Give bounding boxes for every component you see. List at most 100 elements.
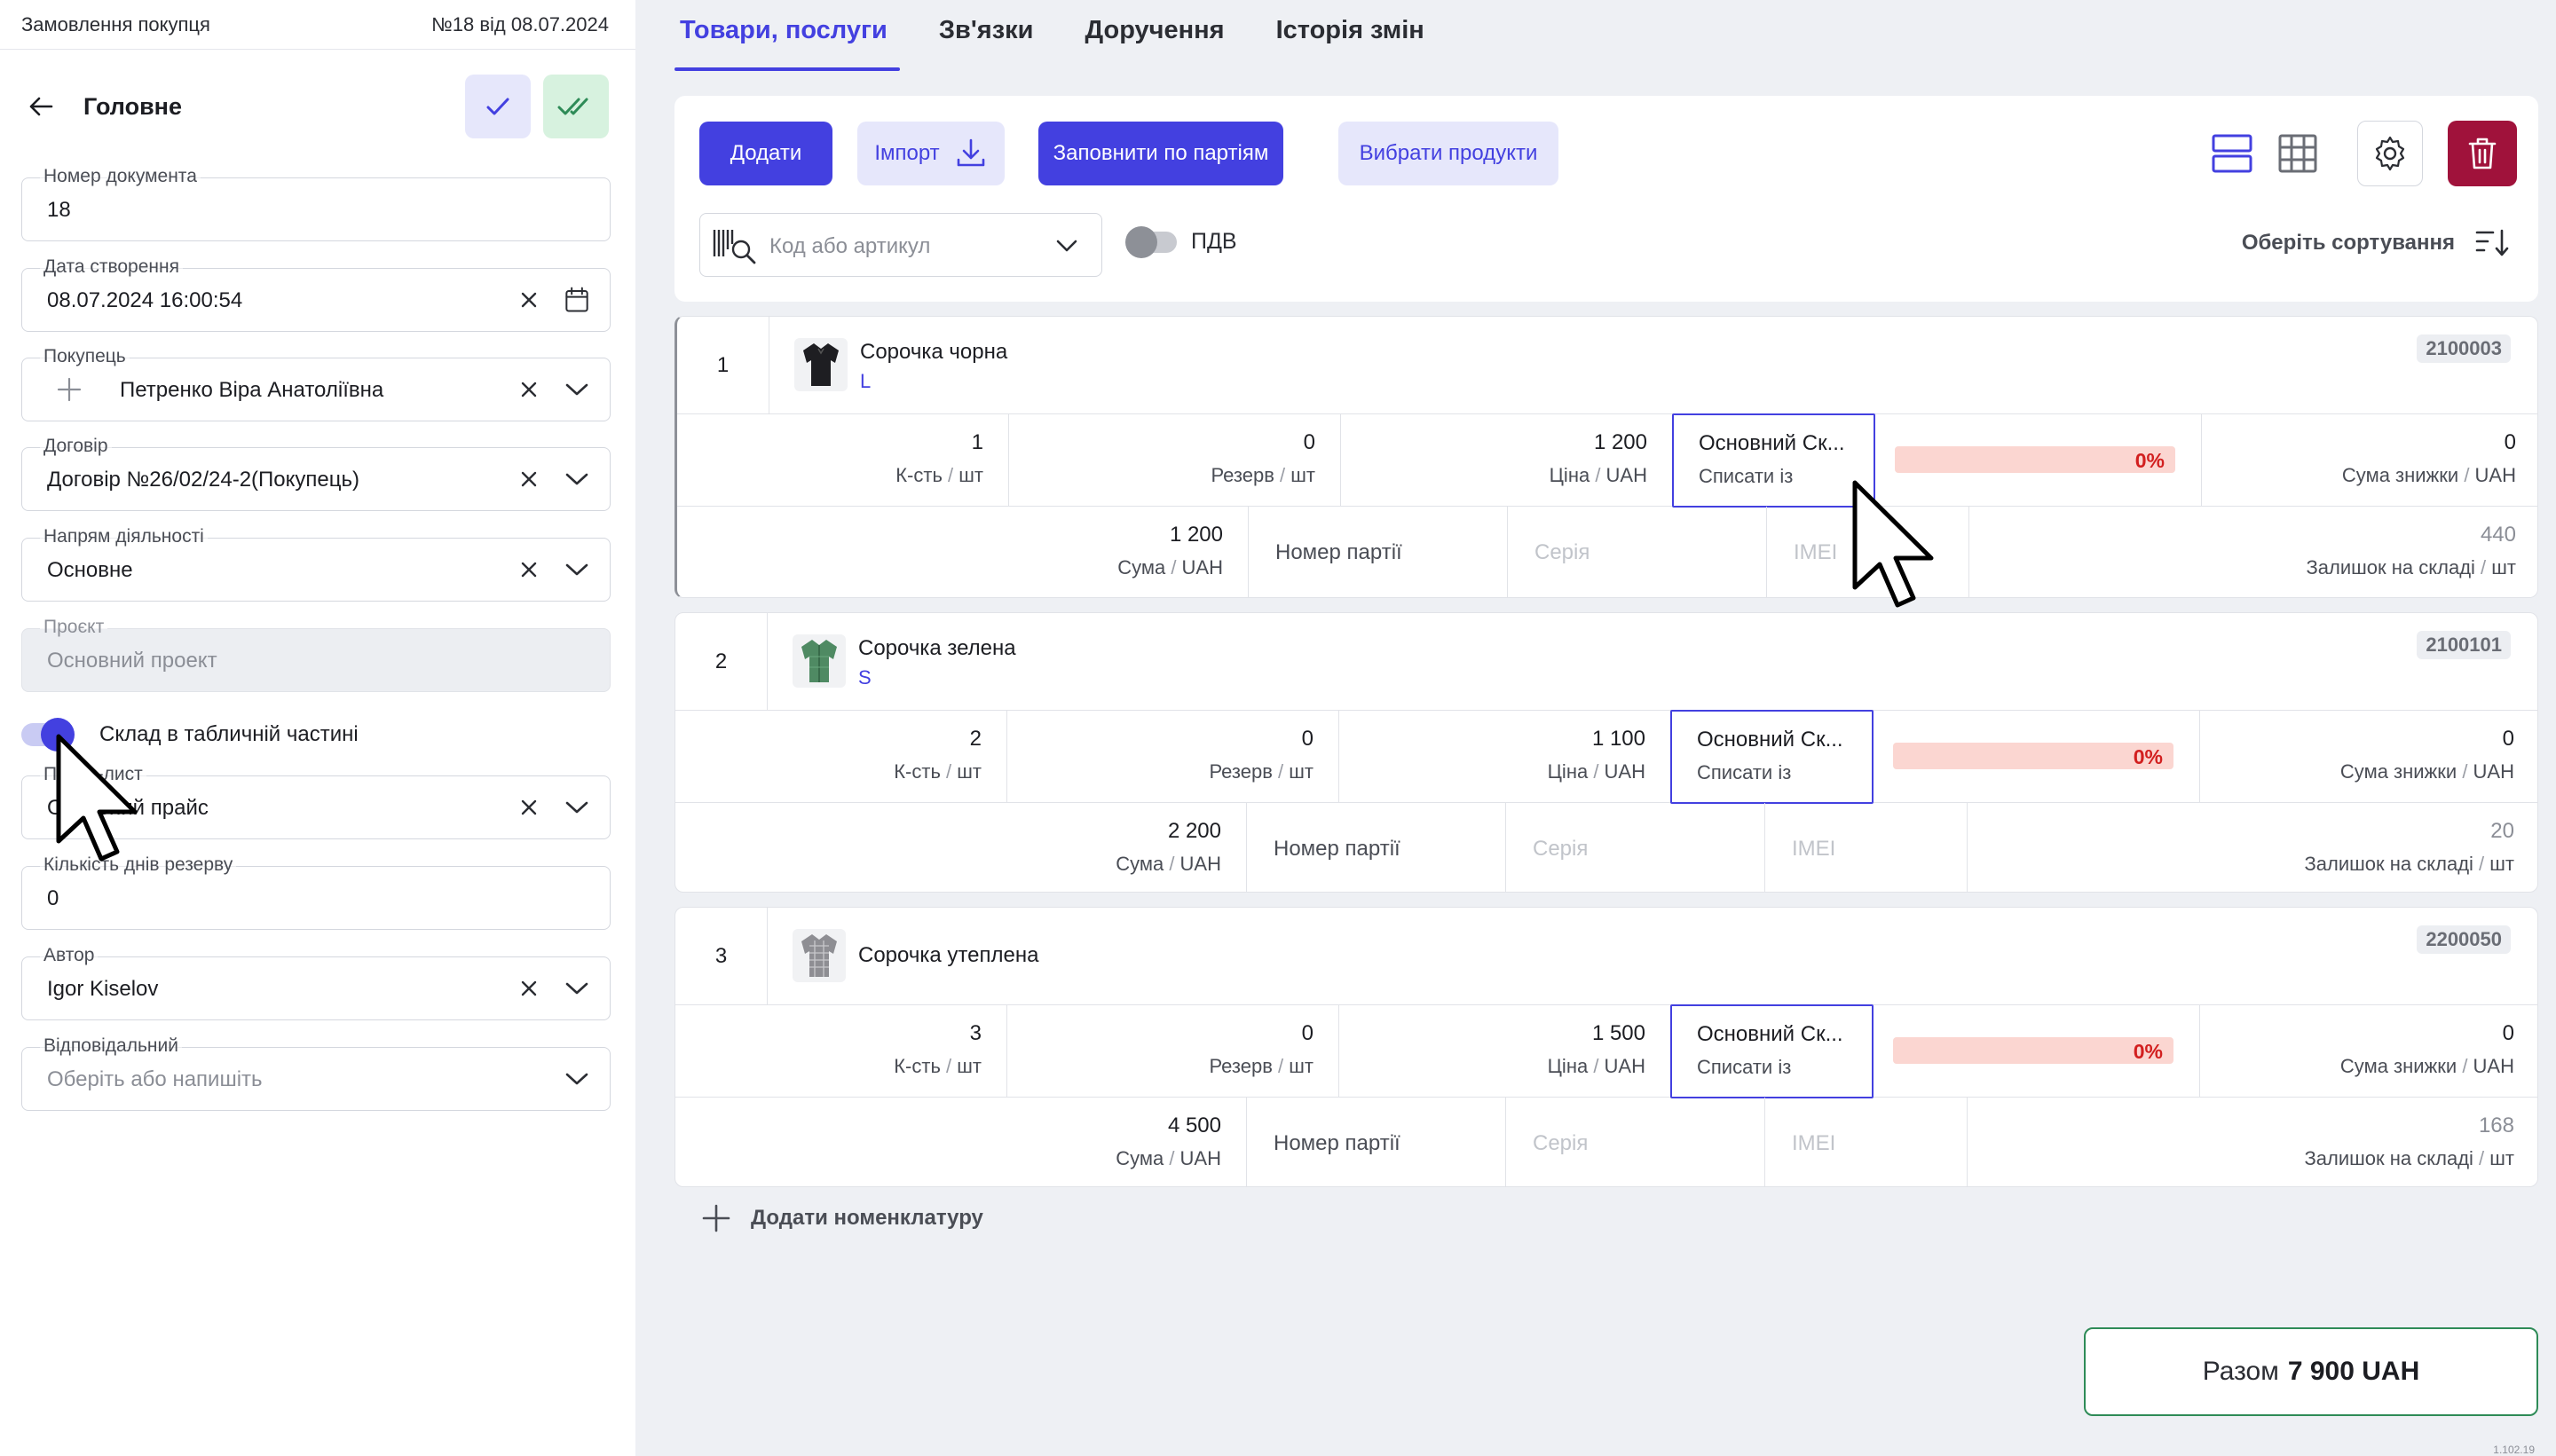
batch-number-cell[interactable]: Номер партії — [1249, 507, 1508, 597]
product-header-row: 3 Сорочка утеплена 2200050 — [675, 908, 2537, 1005]
warehouse-in-table-toggle[interactable] — [21, 718, 75, 752]
product-name[interactable]: Сорочка утеплена — [858, 943, 1038, 968]
list-view-icon[interactable] — [2210, 131, 2254, 176]
quantity-cell[interactable]: 2 К-сть / шт — [675, 711, 1007, 803]
discount-sum-cell[interactable]: 0 Сума знижки / UAH — [2200, 711, 2537, 803]
table-view-icon[interactable] — [2276, 131, 2320, 176]
warehouse-select[interactable]: Основний Ск... Списати із — [1672, 413, 1875, 508]
product-name[interactable]: Сорочка зелена — [858, 636, 1016, 661]
chevron-down-icon[interactable] — [564, 466, 590, 492]
imei-cell[interactable]: IMEI — [1765, 803, 1968, 892]
document-number-field[interactable]: Номер документа 18 — [21, 165, 611, 241]
product-image — [793, 929, 846, 982]
add-nomenclature-button[interactable]: Додати номенклатуру — [701, 1203, 983, 1233]
discount-bar: 0% — [1893, 1037, 2173, 1064]
tab-history[interactable]: Історія змін — [1271, 0, 1430, 71]
settings-button[interactable] — [2357, 121, 2423, 186]
product-header-row: 2 Сорочка зелена S 2100101 — [675, 613, 2537, 711]
series-cell[interactable]: Серія — [1506, 803, 1765, 892]
batch-number-cell[interactable]: Номер партії — [1247, 1098, 1506, 1186]
chevron-down-icon[interactable] — [564, 794, 590, 821]
chevron-down-icon[interactable] — [564, 975, 590, 1002]
warehouse-select[interactable]: Основний Ск... Списати із — [1670, 1004, 1874, 1098]
choose-products-button[interactable]: Вибрати продукти — [1338, 122, 1558, 185]
row-number: 1 — [677, 317, 769, 414]
delete-button[interactable] — [2448, 121, 2517, 186]
imei-cell[interactable]: IMEI — [1767, 507, 1969, 597]
sum-cell: 1 200 Сума / UAH — [677, 507, 1249, 597]
post-button[interactable] — [543, 75, 609, 138]
code-search-input[interactable]: Код або артикул — [699, 213, 1102, 277]
discount-sum-cell[interactable]: 0 Сума знижки / UAH — [2200, 1005, 2537, 1098]
series-placeholder: Серія — [1533, 837, 1589, 861]
discount-sum-value: 0 — [2502, 1021, 2514, 1045]
import-button[interactable]: Імпорт — [857, 122, 1005, 185]
series-cell[interactable]: Серія — [1508, 507, 1767, 597]
field-label: Договір — [40, 435, 112, 458]
vat-toggle[interactable] — [1125, 225, 1177, 258]
contract-field[interactable]: Договір Договір №26/02/24-2(Покупець) — [21, 435, 611, 511]
sort-control[interactable]: Оберіть сортування — [2242, 227, 2510, 259]
price-cell[interactable]: 1 100 Ціна / UAH — [1339, 711, 1671, 803]
discount-cell[interactable]: 0% — [1874, 711, 2200, 803]
quantity-cell[interactable]: 1 К-сть / шт — [677, 414, 1009, 507]
clear-icon[interactable] — [516, 794, 542, 821]
warehouse-label: Списати із — [1697, 761, 1792, 783]
imei-cell[interactable]: IMEI — [1765, 1098, 1968, 1186]
chevron-down-icon[interactable] — [564, 556, 590, 583]
document-sidebar: Замовлення покупця №18 від 08.07.2024 Го… — [0, 0, 635, 1456]
tab-assignments[interactable]: Доручення — [1079, 0, 1229, 71]
sum-value: 2 200 — [1167, 819, 1221, 843]
price-cell[interactable]: 1 500 Ціна / UAH — [1339, 1005, 1671, 1098]
clear-icon[interactable] — [516, 975, 542, 1002]
discount-sum-unit: Сума знижки / UAH — [2339, 1055, 2514, 1077]
discount-sum-cell[interactable]: 0 Сума знижки / UAH — [2202, 414, 2537, 507]
batch-number-cell[interactable]: Номер партії — [1247, 803, 1506, 892]
author-field[interactable]: Автор Igor Kiselov — [21, 944, 611, 1020]
save-button[interactable] — [465, 75, 531, 138]
product-size: L — [860, 370, 872, 392]
reserve-cell[interactable]: 0 Резерв / шт — [1009, 414, 1341, 507]
product-values-row: 3 К-сть / шт 0 Резерв / шт 1 500 Ціна / … — [675, 1004, 2537, 1098]
tab-links[interactable]: Зв'язки — [934, 0, 1039, 71]
clear-icon[interactable] — [516, 376, 542, 403]
buyer-field[interactable]: Покупець Петренко Віра Анатоліївна — [21, 345, 611, 421]
calendar-icon[interactable] — [564, 287, 590, 313]
activity-direction-field[interactable]: Напрям діяльності Основне — [21, 525, 611, 602]
batch-placeholder: Номер партії — [1274, 1131, 1400, 1155]
product-card: 3 Сорочка утеплена 2200050 3 К-сть / шт … — [674, 907, 2538, 1187]
product-values-row: 2 К-сть / шт 0 Резерв / шт 1 100 Ціна / … — [675, 710, 2537, 804]
reserve-days-field[interactable]: Кількість днів резерву 0 — [21, 854, 611, 930]
fill-by-batches-button[interactable]: Заповнити по партіям — [1038, 122, 1283, 185]
search-placeholder: Код або артикул — [769, 234, 931, 258]
reserve-cell[interactable]: 0 Резерв / шт — [1007, 1005, 1339, 1098]
reserve-cell[interactable]: 0 Резерв / шт — [1007, 711, 1339, 803]
tab-bar: Товари, послуги Зв'язки Доручення Історі… — [674, 0, 1471, 71]
price-cell[interactable]: 1 200 Ціна / UAH — [1341, 414, 1673, 507]
discount-value: 0% — [2133, 745, 2163, 768]
add-buyer-icon[interactable] — [56, 376, 83, 403]
clear-icon[interactable] — [516, 287, 542, 313]
chevron-down-icon[interactable] — [1055, 232, 1078, 258]
stock-unit: Залишок на складі / шт — [2304, 1147, 2514, 1169]
discount-cell[interactable]: 0% — [1874, 1005, 2200, 1098]
chevron-down-icon[interactable] — [564, 376, 590, 403]
pricelist-field[interactable]: Прайс-лист Основний прайс — [21, 763, 611, 839]
discount-cell[interactable]: 0% — [1875, 414, 2202, 507]
clear-icon[interactable] — [516, 556, 542, 583]
add-button[interactable]: Додати — [699, 122, 832, 185]
add-nomenclature-label: Додати номенклатуру — [751, 1206, 983, 1230]
clear-icon[interactable] — [516, 466, 542, 492]
tab-goods-services[interactable]: Товари, послуги — [674, 0, 900, 71]
responsible-field[interactable]: Відповідальний Оберіть або напишіть — [21, 1035, 611, 1111]
chevron-down-icon[interactable] — [564, 1066, 590, 1092]
discount-sum-unit: Сума знижки / UAH — [2339, 760, 2514, 783]
field-label: Проєкт — [40, 616, 108, 639]
series-cell[interactable]: Серія — [1506, 1098, 1765, 1186]
product-name[interactable]: Сорочка чорна — [860, 340, 1007, 365]
quantity-cell[interactable]: 3 К-сть / шт — [675, 1005, 1007, 1098]
back-arrow-icon[interactable] — [25, 91, 57, 122]
created-date-field[interactable]: Дата створення 08.07.2024 16:00:54 — [21, 256, 611, 332]
quantity-value: 1 — [971, 430, 983, 454]
warehouse-select[interactable]: Основний Ск... Списати із — [1670, 710, 1874, 804]
